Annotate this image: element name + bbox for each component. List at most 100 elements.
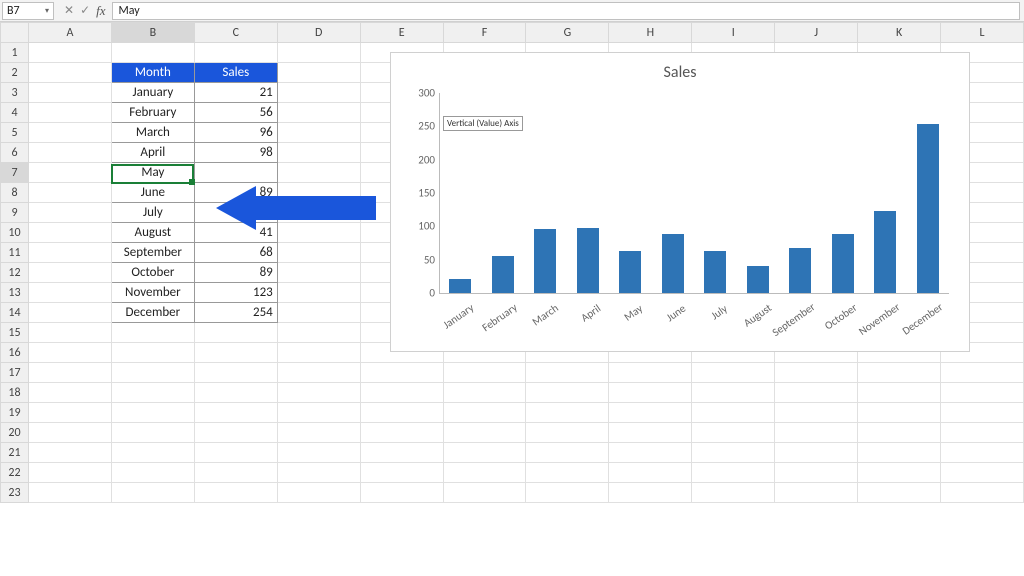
cell-G23[interactable] bbox=[526, 483, 609, 503]
cell-B20[interactable] bbox=[111, 423, 194, 443]
cell-J21[interactable] bbox=[775, 443, 858, 463]
cell-A16[interactable] bbox=[28, 343, 111, 363]
bar-september[interactable] bbox=[789, 248, 811, 293]
cell-C11[interactable]: 68 bbox=[194, 243, 277, 263]
cell-B5[interactable]: March bbox=[111, 123, 194, 143]
chart[interactable]: Sales 050100150200250300 JanuaryFebruary… bbox=[390, 52, 970, 352]
cell-J19[interactable] bbox=[775, 403, 858, 423]
dropdown-icon[interactable]: ▾ bbox=[45, 6, 49, 16]
cell-D7[interactable] bbox=[277, 163, 360, 183]
cell-D16[interactable] bbox=[277, 343, 360, 363]
cell-D23[interactable] bbox=[277, 483, 360, 503]
bar-april[interactable] bbox=[577, 228, 599, 293]
cell-A8[interactable] bbox=[28, 183, 111, 203]
column-header-I[interactable]: I bbox=[692, 23, 775, 43]
cell-H18[interactable] bbox=[609, 383, 692, 403]
column-header-D[interactable]: D bbox=[277, 23, 360, 43]
row-header-11[interactable]: 11 bbox=[1, 243, 29, 263]
cell-B1[interactable] bbox=[111, 43, 194, 63]
row-header-13[interactable]: 13 bbox=[1, 283, 29, 303]
cell-B22[interactable] bbox=[111, 463, 194, 483]
cell-B12[interactable]: October bbox=[111, 263, 194, 283]
cell-B18[interactable] bbox=[111, 383, 194, 403]
cell-B8[interactable]: June bbox=[111, 183, 194, 203]
bar-july[interactable] bbox=[704, 251, 726, 293]
chart-y-axis[interactable]: 050100150200250300 bbox=[401, 93, 437, 293]
column-header-J[interactable]: J bbox=[775, 23, 858, 43]
cell-C23[interactable] bbox=[194, 483, 277, 503]
cell-C13[interactable]: 123 bbox=[194, 283, 277, 303]
cell-C15[interactable] bbox=[194, 323, 277, 343]
cell-B6[interactable]: April bbox=[111, 143, 194, 163]
cell-L23[interactable] bbox=[941, 483, 1024, 503]
cell-K22[interactable] bbox=[858, 463, 941, 483]
cell-B15[interactable] bbox=[111, 323, 194, 343]
cell-A22[interactable] bbox=[28, 463, 111, 483]
cell-A20[interactable] bbox=[28, 423, 111, 443]
cell-L19[interactable] bbox=[941, 403, 1024, 423]
row-header-7[interactable]: 7 bbox=[1, 163, 29, 183]
row-header-22[interactable]: 22 bbox=[1, 463, 29, 483]
cell-A19[interactable] bbox=[28, 403, 111, 423]
cell-D22[interactable] bbox=[277, 463, 360, 483]
cell-F20[interactable] bbox=[443, 423, 526, 443]
bar-january[interactable] bbox=[449, 279, 471, 293]
cell-A12[interactable] bbox=[28, 263, 111, 283]
column-header-A[interactable]: A bbox=[28, 23, 111, 43]
cell-A7[interactable] bbox=[28, 163, 111, 183]
cell-E18[interactable] bbox=[360, 383, 443, 403]
cell-A23[interactable] bbox=[28, 483, 111, 503]
cell-G19[interactable] bbox=[526, 403, 609, 423]
bar-may[interactable] bbox=[619, 251, 641, 293]
cell-B10[interactable]: August bbox=[111, 223, 194, 243]
cell-B13[interactable]: November bbox=[111, 283, 194, 303]
select-all-corner[interactable] bbox=[1, 23, 29, 43]
column-header-H[interactable]: H bbox=[609, 23, 692, 43]
cell-D19[interactable] bbox=[277, 403, 360, 423]
cell-L21[interactable] bbox=[941, 443, 1024, 463]
cell-D21[interactable] bbox=[277, 443, 360, 463]
cell-E19[interactable] bbox=[360, 403, 443, 423]
cell-I21[interactable] bbox=[692, 443, 775, 463]
cell-A3[interactable] bbox=[28, 83, 111, 103]
row-header-3[interactable]: 3 bbox=[1, 83, 29, 103]
cell-G21[interactable] bbox=[526, 443, 609, 463]
cell-D17[interactable] bbox=[277, 363, 360, 383]
cell-C3[interactable]: 21 bbox=[194, 83, 277, 103]
cell-A14[interactable] bbox=[28, 303, 111, 323]
bar-august[interactable] bbox=[747, 266, 769, 293]
bar-december[interactable] bbox=[917, 124, 939, 293]
cell-I18[interactable] bbox=[692, 383, 775, 403]
cell-B19[interactable] bbox=[111, 403, 194, 423]
cell-C18[interactable] bbox=[194, 383, 277, 403]
cell-A1[interactable] bbox=[28, 43, 111, 63]
cell-D15[interactable] bbox=[277, 323, 360, 343]
cell-A15[interactable] bbox=[28, 323, 111, 343]
cell-E20[interactable] bbox=[360, 423, 443, 443]
cell-I17[interactable] bbox=[692, 363, 775, 383]
row-header-17[interactable]: 17 bbox=[1, 363, 29, 383]
cell-C20[interactable] bbox=[194, 423, 277, 443]
cell-C1[interactable] bbox=[194, 43, 277, 63]
cell-D14[interactable] bbox=[277, 303, 360, 323]
cell-J18[interactable] bbox=[775, 383, 858, 403]
cell-A9[interactable] bbox=[28, 203, 111, 223]
column-header-B[interactable]: B bbox=[111, 23, 194, 43]
enter-icon[interactable]: ✓ bbox=[80, 3, 90, 18]
row-header-2[interactable]: 2 bbox=[1, 63, 29, 83]
cell-K18[interactable] bbox=[858, 383, 941, 403]
cancel-icon[interactable]: ✕ bbox=[64, 3, 74, 18]
cell-D11[interactable] bbox=[277, 243, 360, 263]
cell-H22[interactable] bbox=[609, 463, 692, 483]
cell-K23[interactable] bbox=[858, 483, 941, 503]
column-header-G[interactable]: G bbox=[526, 23, 609, 43]
fx-icon[interactable]: fx bbox=[96, 3, 105, 19]
cell-G17[interactable] bbox=[526, 363, 609, 383]
row-header-4[interactable]: 4 bbox=[1, 103, 29, 123]
cell-E22[interactable] bbox=[360, 463, 443, 483]
cell-D12[interactable] bbox=[277, 263, 360, 283]
column-header-L[interactable]: L bbox=[941, 23, 1024, 43]
cell-L22[interactable] bbox=[941, 463, 1024, 483]
cell-F22[interactable] bbox=[443, 463, 526, 483]
row-header-15[interactable]: 15 bbox=[1, 323, 29, 343]
